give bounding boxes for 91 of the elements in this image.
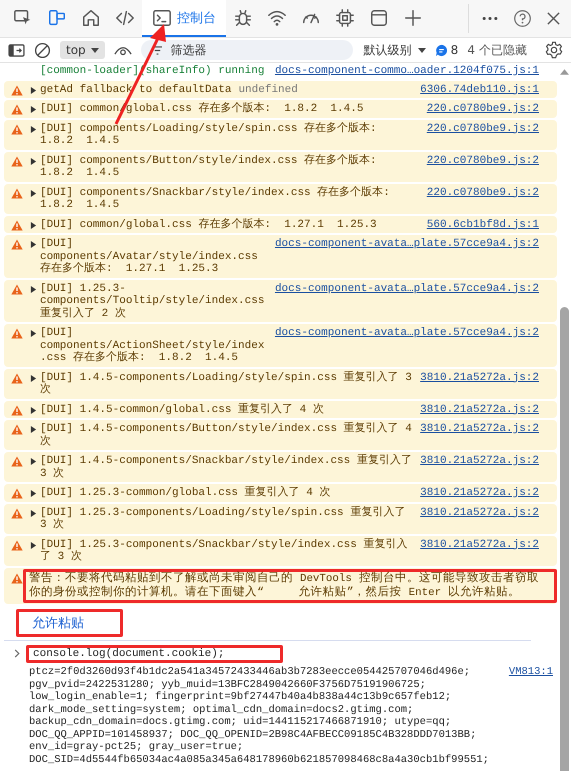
sidebar-toggle-icon[interactable]	[8, 44, 25, 56]
settings-icon[interactable]	[545, 41, 563, 59]
message-count[interactable]: 8	[434, 43, 458, 57]
source-link[interactable]: docs-component-commo…oader.1204f075.js:1	[274, 65, 539, 78]
source-link[interactable]: 220.c0780be9.js:2	[426, 122, 539, 148]
warning-icon	[10, 188, 22, 198]
message-text: [DUI] components/Avatar/style/index.css 存在多个版本: 1.27.1 1.25.3	[40, 238, 259, 276]
log-level-dropdown[interactable]: 默认级别	[364, 42, 426, 58]
expand-icon[interactable]	[30, 86, 37, 94]
hidden-count[interactable]: 4 个已隐藏	[467, 42, 527, 58]
help-icon[interactable]	[513, 9, 532, 28]
warning-text: 警告：不要将代码粘贴到不了解或尚未审阅自己的 DevTools 控制台中。这可能导致攻击者窃取你的身份或控制你的计算机。请在下面键入“ 允许粘贴”，然后按 Enter 以允许粘贴。	[23, 568, 557, 602]
warning-icon	[10, 84, 22, 96]
warning-icon	[10, 572, 22, 584]
console-input[interactable]: console.log(document.cookie);	[26, 644, 284, 663]
source-link[interactable]: 3810.21a5272a.js:2	[420, 423, 539, 448]
message-text: [DUI] 1.4.5-components/Loading/style/spin.css 重复引入了 3 次	[40, 372, 413, 396]
scroll-up-icon[interactable]	[560, 69, 568, 75]
source-link[interactable]: 220.c0780be9.js:2	[426, 103, 539, 116]
console-tab[interactable]: 控制台	[142, 0, 226, 37]
source-link[interactable]: docs-component-avata…plate.57cce9a4.js:2	[274, 238, 539, 276]
warning-icon	[10, 372, 22, 384]
expand-icon[interactable]	[30, 222, 37, 228]
expand-icon[interactable]	[30, 490, 37, 497]
warning-icon	[10, 456, 22, 467]
warning-icon	[10, 488, 22, 499]
expand-icon[interactable]	[30, 542, 37, 548]
expand-icon[interactable]	[30, 330, 37, 337]
message-text: [DUI] common/global.css 存在多个版本: 1.27.1 1.25.3	[40, 218, 377, 231]
message-text: [DUI] components/Loading/style/spin.css 存在多个版本: 1.8.2 1.4.5	[40, 122, 378, 148]
message-text: [DUI] components/Button/style/index.css 存在多个版本: 1.8.2 1.4.5	[40, 154, 378, 180]
source-link[interactable]: 6306.74deb110.js:1	[420, 84, 539, 96]
caret-icon	[418, 48, 426, 52]
source-link[interactable]: 3810.21a5272a.js:2	[420, 372, 539, 396]
source-link[interactable]: 3810.21a5272a.js:2	[420, 455, 539, 480]
filter-field[interactable]: 筛选器	[140, 40, 353, 60]
expand-icon[interactable]	[30, 286, 37, 292]
expand-icon[interactable]	[30, 158, 37, 164]
source-link[interactable]: VM813:1	[508, 666, 553, 766]
source-link[interactable]: 3810.21a5272a.js:2	[420, 506, 539, 532]
message-text: [DUI] 1.4.5-common/global.css 重复引入了 4 次	[40, 404, 324, 416]
message-text: [DUI] 1.4.5-components/Button/style/index.css 重复引入了 4 次	[40, 423, 413, 448]
source-link[interactable]: 3810.21a5272a.js:2	[420, 538, 539, 564]
output-text: ptcz=2f0d3260d93f4b1dc2a541a34572433446ab3b7283eecce054425707046d496e; pgv_pvid=2422531280; yyb_muid=13BFC2849042660F3756D75191906725; low_login_enable=1; fingerprint=9bf27447b40a4b838a44c13b9c657feb12; dark_mode_setting=system; optimal_cdn_domain=docs2.gtimg.com; backup_cdn_domain=docs.gtimg.com; uid=144115217466871910; utype=qq; DOC_QQ_APPID=101458937; DOC_QQ_OPENID=2B98C4AFBECC09185C4B328DDD7013BB; env_id=gray-pct25; gray_user=true; DOC_SID=4d5544fb65034ac4a085a345a648178960b621857098468c8a4a30cb1bf99551;	[29, 666, 490, 766]
message-text: [DUI] 1.25.3-components/Loading/style/spin.css 重复引入了 3 次	[40, 506, 406, 532]
allow-paste-button[interactable]: 允许粘贴	[16, 608, 123, 636]
context-dropdown[interactable]: top	[60, 41, 105, 59]
message-text: [DUI] 1.25.3-components/Tooltip/style/index.css 重复引入了 2 次	[40, 282, 266, 320]
message-text: getAd fallback to defaultData	[40, 84, 232, 96]
expand-icon[interactable]	[30, 458, 37, 465]
expand-icon[interactable]	[30, 510, 37, 516]
warning-icon	[10, 104, 22, 115]
source-link[interactable]: docs-component-avata…plate.57cce9a4.js:2	[274, 282, 539, 320]
message-detail: undefined	[238, 84, 298, 96]
eye-icon[interactable]	[114, 44, 132, 56]
source-link[interactable]: docs-component-avata…plate.57cce9a4.js:2	[274, 327, 539, 364]
expand-icon[interactable]	[30, 374, 37, 382]
scrollbar-thumb[interactable]	[560, 307, 568, 771]
expand-icon[interactable]	[30, 406, 37, 414]
warning-icon	[10, 328, 22, 339]
message-text: [DUI] 1.4.5-components/Snackbar/style/index.css 重复引入了 3 次	[40, 455, 413, 480]
warning-icon	[10, 508, 22, 518]
expand-icon[interactable]	[30, 241, 37, 248]
message-icon	[434, 44, 448, 56]
source-link[interactable]: 3810.21a5272a.js:2	[420, 487, 539, 500]
expand-icon[interactable]	[30, 190, 37, 196]
warning-icon	[10, 284, 22, 294]
message-text: [DUI] components/Snackbar/style/index.css 存在多个版本: 1.8.2 1.4.5	[40, 186, 391, 212]
warning-icon	[10, 239, 22, 250]
source-link[interactable]: 3810.21a5272a.js:2	[420, 404, 539, 416]
expand-icon[interactable]	[30, 106, 37, 113]
warning-icon	[10, 404, 22, 416]
message-text: [DUI] 1.25.3-components/Snackbar/style/index.css 重复引入了 3 次	[40, 538, 408, 564]
source-link[interactable]: 560.6cb1bf8d.js:1	[426, 218, 539, 231]
more-icon[interactable]	[481, 16, 499, 21]
source-link[interactable]: 220.c0780be9.js:2	[426, 154, 539, 180]
warning-icon	[10, 424, 22, 435]
message-text: [DUI] 1.25.3-common/global.css 重复引入了 4 次	[40, 487, 330, 500]
warning-icon	[10, 220, 22, 230]
close-icon[interactable]	[546, 11, 561, 26]
caret-icon	[90, 48, 99, 52]
warning-icon	[10, 124, 22, 134]
prompt-icon	[14, 649, 20, 658]
clear-icon[interactable]	[34, 42, 51, 58]
warning-icon	[10, 156, 22, 166]
expand-icon[interactable]	[30, 426, 37, 433]
expand-icon[interactable]	[30, 126, 37, 132]
source-link[interactable]: 220.c0780be9.js:2	[426, 186, 539, 212]
message-text: [DUI] components/ActionSheet/style/index.css 存在多个版本: 1.8.2 1.4.5	[40, 327, 266, 364]
terminal-icon	[152, 8, 172, 28]
warning-icon	[10, 540, 22, 550]
